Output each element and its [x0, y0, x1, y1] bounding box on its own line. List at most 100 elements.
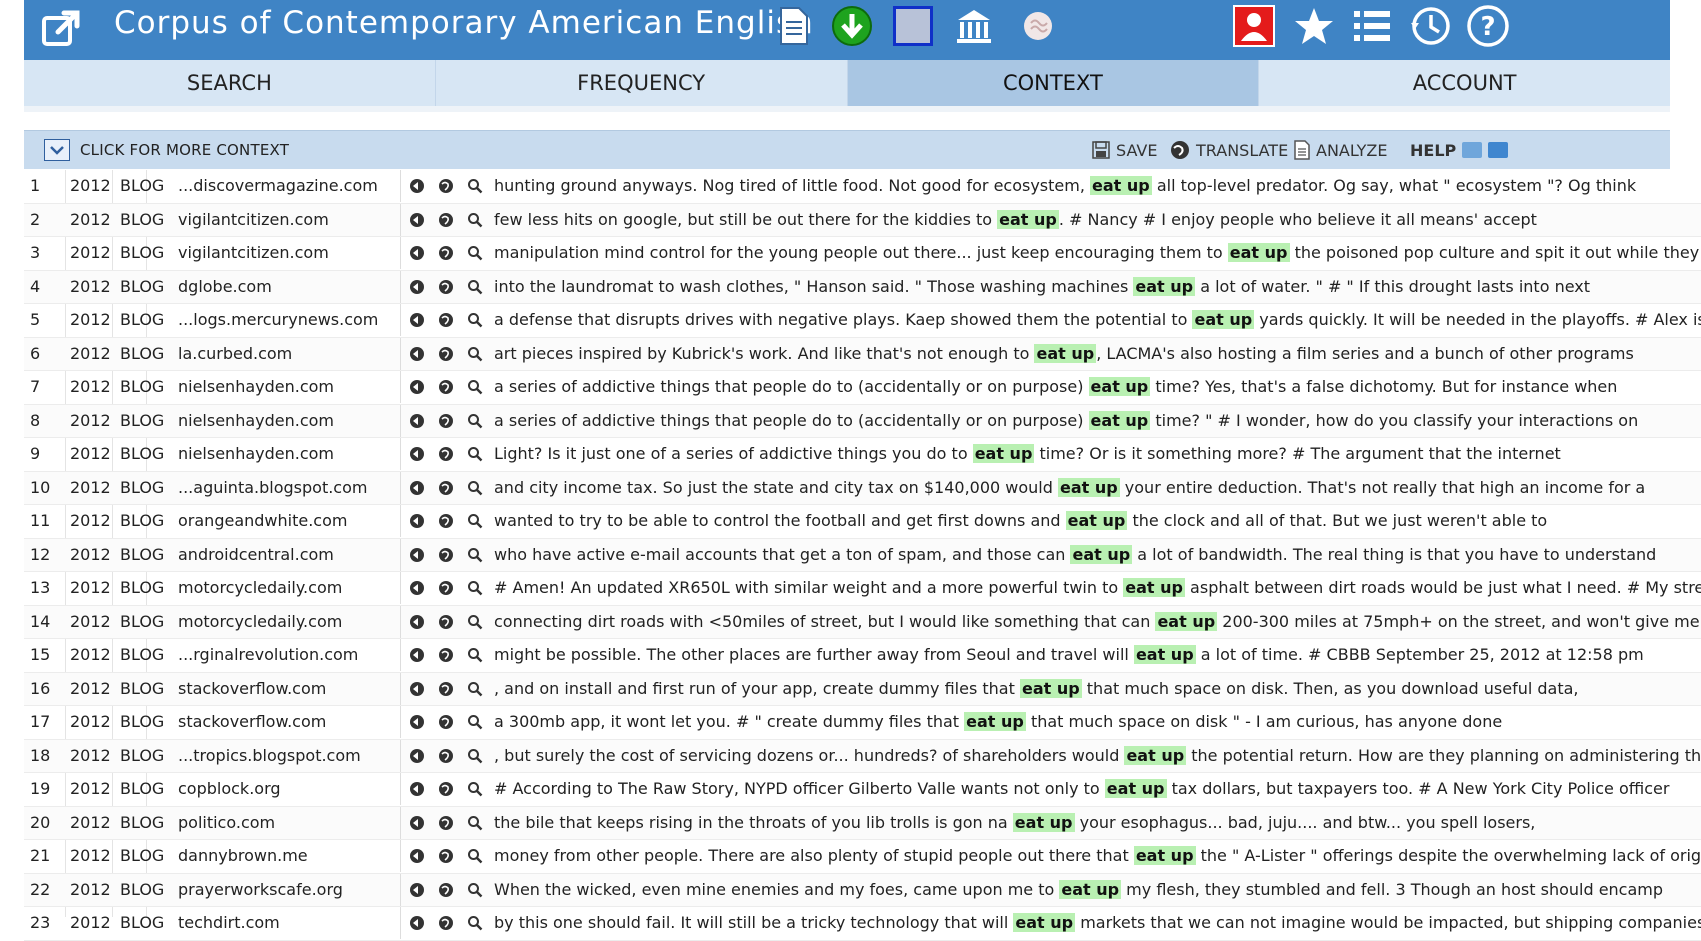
expand-context-icon[interactable] [409, 714, 425, 730]
row-context[interactable]: connecting dirt roads with <50miles of s… [494, 606, 1701, 638]
keyword-match[interactable]: eat up [1124, 746, 1186, 765]
row-context[interactable]: a series of addictive things that people… [494, 371, 1701, 403]
expand-context-icon[interactable] [409, 647, 425, 663]
analyze-button[interactable]: ANALYZE [1294, 131, 1388, 169]
keyword-match[interactable]: eat up [1155, 612, 1217, 631]
translate-row-icon[interactable] [438, 714, 454, 730]
translate-row-icon[interactable] [438, 547, 454, 563]
keyword-match[interactable]: eat up [1089, 411, 1151, 430]
row-source-link[interactable]: nielsenhayden.com [178, 438, 410, 470]
expand-context-icon[interactable] [409, 547, 425, 563]
row-source-link[interactable]: la.curbed.com [178, 338, 410, 370]
expand-context-icon[interactable] [409, 614, 425, 630]
row-source-link[interactable]: ...aguinta.blogspot.com [178, 472, 410, 504]
search-icon[interactable] [467, 882, 483, 898]
row-source-link[interactable]: copblock.org [178, 773, 410, 805]
search-icon[interactable] [467, 681, 483, 697]
row-source-link[interactable]: ...discovermagazine.com [178, 170, 410, 202]
keyword-match[interactable]: eat up [964, 712, 1026, 731]
expand-context-icon[interactable] [409, 580, 425, 596]
expand-context-icon[interactable] [409, 781, 425, 797]
keyword-match[interactable]: eat up [1059, 880, 1121, 899]
table-row[interactable]: 7 2012 BLOG nielsenhayden.com a series o… [24, 371, 1701, 405]
translate-row-icon[interactable] [438, 848, 454, 864]
expand-context-icon[interactable] [409, 446, 425, 462]
translate-row-icon[interactable] [438, 915, 454, 931]
translate-row-icon[interactable] [438, 681, 454, 697]
search-icon[interactable] [467, 346, 483, 362]
keyword-match[interactable]: eat up [1013, 913, 1075, 932]
row-context[interactable]: manipulation mind control for the young … [494, 237, 1701, 269]
search-icon[interactable] [467, 413, 483, 429]
brain-icon[interactable] [1016, 4, 1060, 48]
translate-row-icon[interactable] [438, 413, 454, 429]
keyword-match[interactable]: eat up [1133, 277, 1195, 296]
table-row[interactable]: 2 2012 BLOG vigilantcitizen.com few less… [24, 204, 1701, 238]
more-context-button[interactable] [44, 139, 70, 161]
keyword-match[interactable]: eat up [1090, 176, 1152, 195]
table-row[interactable]: 5 2012 BLOG ...logs.mercurynews.com a de… [24, 304, 1701, 338]
table-row[interactable]: 1 2012 BLOG ...discovermagazine.com hunt… [24, 170, 1701, 204]
row-context[interactable]: and city income tax. So just the state a… [494, 472, 1701, 504]
keyword-match[interactable]: eat up [1089, 377, 1151, 396]
search-icon[interactable] [467, 379, 483, 395]
translate-row-icon[interactable] [438, 379, 454, 395]
table-row[interactable]: 10 2012 BLOG ...aguinta.blogspot.com and… [24, 472, 1701, 506]
translate-row-icon[interactable] [438, 279, 454, 295]
expand-context-icon[interactable] [409, 245, 425, 261]
row-source-link[interactable]: politico.com [178, 807, 410, 839]
tab-frequency[interactable]: FREQUENCY [436, 60, 848, 106]
search-icon[interactable] [467, 446, 483, 462]
row-source-link[interactable]: stackoverflow.com [178, 706, 410, 738]
row-source-link[interactable]: vigilantcitizen.com [178, 237, 410, 269]
table-row[interactable]: 11 2012 BLOG orangeandwhite.com wanted t… [24, 505, 1701, 539]
table-row[interactable]: 3 2012 BLOG vigilantcitizen.com manipula… [24, 237, 1701, 271]
row-context[interactable]: few less hits on google, but still be ou… [494, 204, 1701, 236]
expand-context-icon[interactable] [409, 848, 425, 864]
row-context[interactable]: a defense that disrupts drives with nega… [494, 304, 1701, 336]
row-source-link[interactable]: prayerworkscafe.org [178, 874, 410, 906]
museum-icon[interactable] [952, 4, 996, 48]
search-icon[interactable] [467, 178, 483, 194]
search-icon[interactable] [467, 212, 483, 228]
keyword-match[interactable]: eat up [1070, 545, 1132, 564]
row-source-link[interactable]: ...tropics.blogspot.com [178, 740, 410, 772]
translate-row-icon[interactable] [438, 513, 454, 529]
expand-context-icon[interactable] [409, 915, 425, 931]
keyword-match[interactable]: eat up [1058, 478, 1120, 497]
help-video-icon[interactable] [1462, 142, 1482, 158]
row-context[interactable]: might be possible. The other places are … [494, 639, 1701, 671]
row-context[interactable]: , and on install and first run of your a… [494, 673, 1701, 705]
row-context[interactable]: into the laundromat to wash clothes, " H… [494, 271, 1701, 303]
expand-context-icon[interactable] [409, 815, 425, 831]
row-context[interactable]: art pieces inspired by Kubrick's work. A… [494, 338, 1701, 370]
expand-context-icon[interactable] [409, 480, 425, 496]
row-context[interactable]: wanted to try to be able to control the … [494, 505, 1701, 537]
expand-context-icon[interactable] [409, 681, 425, 697]
table-row[interactable]: 17 2012 BLOG stackoverflow.com a 300mb a… [24, 706, 1701, 740]
search-icon[interactable] [467, 480, 483, 496]
search-icon[interactable] [467, 848, 483, 864]
save-button[interactable]: SAVE [1092, 131, 1157, 169]
row-source-link[interactable]: ...rginalrevolution.com [178, 639, 410, 671]
search-icon[interactable] [467, 748, 483, 764]
search-icon[interactable] [467, 647, 483, 663]
keyword-match[interactable]: eat up [1228, 243, 1290, 262]
row-source-link[interactable]: ...logs.mercurynews.com [178, 304, 410, 336]
translate-row-icon[interactable] [438, 178, 454, 194]
row-context[interactable]: money from other people. There are also … [494, 840, 1701, 872]
expand-context-icon[interactable] [409, 212, 425, 228]
row-context[interactable]: the bile that keeps rising in the throat… [494, 807, 1701, 839]
table-row[interactable]: 21 2012 BLOG dannybrown.me money from ot… [24, 840, 1701, 874]
row-source-link[interactable]: androidcentral.com [178, 539, 410, 571]
tab-search[interactable]: SEARCH [24, 60, 436, 106]
more-context-label[interactable]: CLICK FOR MORE CONTEXT [80, 131, 289, 169]
row-context[interactable]: by this one should fail. It will still b… [494, 907, 1701, 939]
row-context[interactable]: Light? Is it just one of a series of add… [494, 438, 1701, 470]
search-icon[interactable] [467, 279, 483, 295]
table-row[interactable]: 15 2012 BLOG ...rginalrevolution.com mig… [24, 639, 1701, 673]
row-context[interactable]: When the wicked, even mine enemies and m… [494, 874, 1701, 906]
keyword-match[interactable]: eat up [1192, 310, 1254, 329]
tab-context[interactable]: CONTEXT [848, 60, 1260, 106]
expand-context-icon[interactable] [409, 312, 425, 328]
